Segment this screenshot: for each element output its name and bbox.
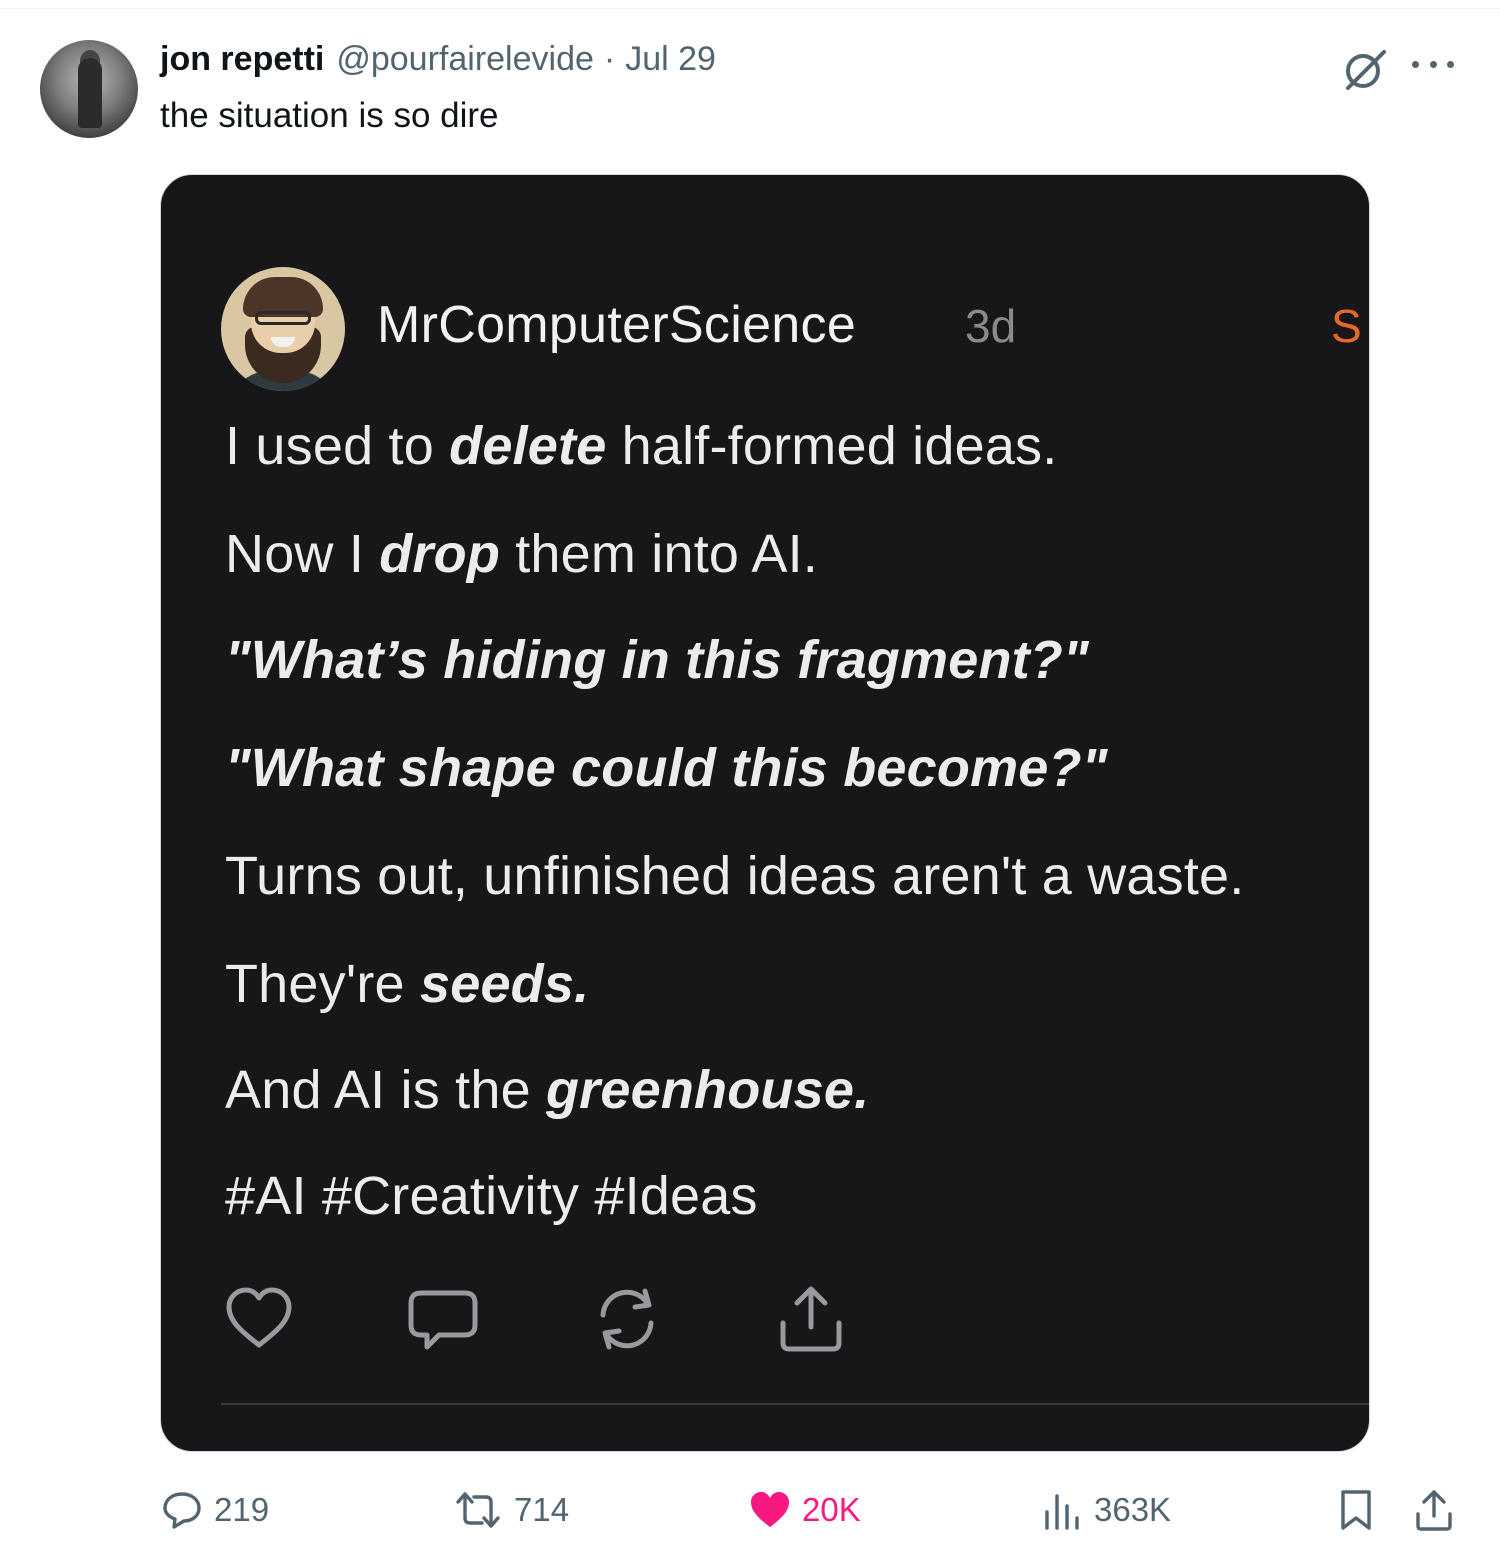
reply-icon — [163, 1492, 201, 1529]
top-divider — [0, 8, 1500, 9]
action-bar: 219 714 20K 363K — [0, 1480, 1500, 1540]
media-image[interactable]: MrComputerScience 3d S I used to delete … — [160, 174, 1370, 1452]
repost-button[interactable]: 714 — [452, 1480, 569, 1540]
tweet-header: jon repetti @pourfairelevide · Jul 29 — [160, 40, 716, 88]
embedded-line-5: Turns out, unfinished ideas aren't a was… — [225, 846, 1245, 906]
share-button[interactable] — [1412, 1480, 1456, 1540]
views-icon — [1045, 1494, 1079, 1530]
repost-icon — [456, 1492, 500, 1528]
embedded-author-avatar — [221, 267, 345, 391]
embedded-repost-icon — [600, 1288, 654, 1350]
separator-dot: · — [603, 40, 616, 78]
embedded-line-6: They're seeds. — [225, 954, 590, 1014]
embedded-comment-icon — [408, 1290, 478, 1350]
embedded-heart-icon — [226, 1287, 292, 1348]
embedded-share-icon — [780, 1286, 842, 1352]
grok-icon[interactable] — [1342, 46, 1388, 92]
embedded-line-4: "What shape could this become?" — [225, 738, 1108, 798]
views-button[interactable]: 363K — [1042, 1480, 1171, 1540]
bookmark-icon — [1341, 1490, 1371, 1530]
embedded-subscribe-fragment: S — [1331, 300, 1362, 352]
bookmark-button[interactable] — [1336, 1480, 1376, 1540]
embedded-line-2: Now I drop them into AI. — [225, 524, 818, 584]
share-icon — [1416, 1490, 1452, 1531]
heart-filled-icon — [751, 1492, 789, 1527]
more-options-icon[interactable] — [1412, 56, 1454, 72]
reply-button[interactable]: 219 — [160, 1480, 269, 1540]
embedded-divider — [221, 1403, 1369, 1405]
embedded-post-time: 3d — [965, 300, 1017, 352]
reply-count: 219 — [214, 1491, 270, 1528]
embedded-line-1: I used to delete half-formed ideas. — [225, 416, 1058, 476]
embedded-hashtags: #AI #Creativity #Ideas — [225, 1166, 758, 1226]
repost-count: 714 — [514, 1491, 570, 1528]
embedded-author-name: MrComputerScience — [377, 296, 857, 354]
post-date[interactable]: Jul 29 — [625, 40, 716, 79]
author-handle[interactable]: @pourfairelevide — [336, 40, 594, 79]
embedded-line-7: And AI is the greenhouse. — [225, 1060, 870, 1120]
embedded-line-3: "What’s hiding in this fragment?" — [225, 630, 1089, 690]
author-name[interactable]: jon repetti — [160, 40, 324, 79]
like-button[interactable]: 20K — [748, 1480, 861, 1540]
author-avatar[interactable] — [40, 40, 138, 138]
views-count: 363K — [1094, 1491, 1172, 1528]
like-count: 20K — [802, 1491, 861, 1528]
tweet-text: the situation is so dire — [160, 96, 499, 135]
